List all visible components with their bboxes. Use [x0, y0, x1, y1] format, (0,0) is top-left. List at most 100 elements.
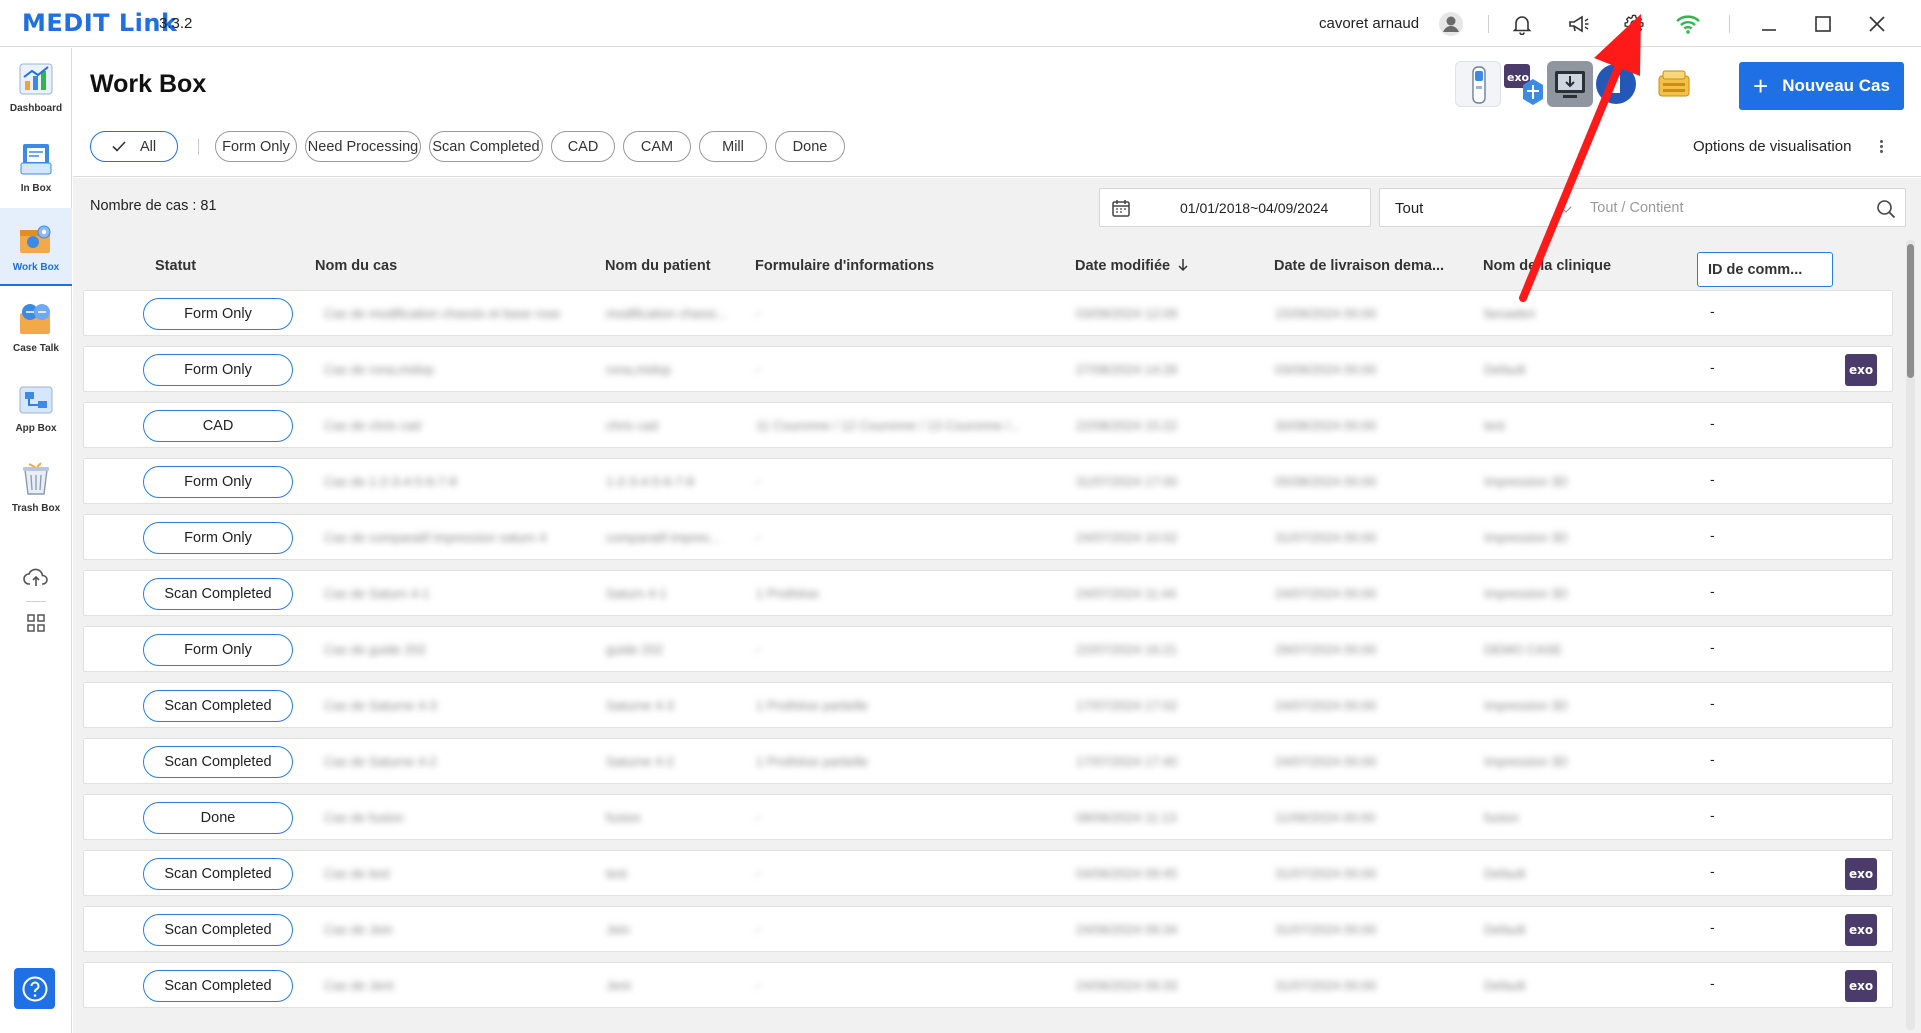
- grid-apps-icon[interactable]: [22, 609, 50, 637]
- status-badge[interactable]: Done: [143, 802, 293, 834]
- column-header-patient-name[interactable]: Nom du patient: [605, 258, 711, 274]
- sidebar-item-case-talk[interactable]: Case Talk: [0, 288, 72, 366]
- order-id-cell: -: [1710, 471, 1715, 487]
- column-header-case-name[interactable]: Nom du cas: [315, 258, 397, 274]
- user-name[interactable]: cavoret arnaud: [1319, 15, 1419, 32]
- status-badge[interactable]: Form Only: [143, 466, 293, 498]
- table-row[interactable]: Scan Completed Cas de Jent Jent - 24/06/…: [83, 962, 1893, 1008]
- clinic-name-cell: fusion: [1484, 810, 1519, 825]
- status-badge[interactable]: Scan Completed: [143, 746, 293, 778]
- form-info-cell: -: [756, 922, 761, 937]
- view-options-link[interactable]: Options de visualisation: [1693, 138, 1851, 155]
- user-avatar-icon[interactable]: [1436, 9, 1466, 39]
- bell-icon[interactable]: [1507, 9, 1537, 39]
- more-options-icon[interactable]: [1878, 138, 1884, 156]
- table-row[interactable]: Form Only Cas de guide 202 guide 202 - 2…: [83, 626, 1893, 672]
- column-header-delivery-date[interactable]: Date de livraison dema...: [1274, 258, 1444, 274]
- wifi-icon[interactable]: [1673, 9, 1703, 39]
- table-row[interactable]: Form Only Cas de comparatif impression s…: [83, 514, 1893, 560]
- column-header-status[interactable]: Statut: [155, 258, 196, 274]
- sidebar-item-workbox[interactable]: Work Box: [0, 208, 72, 286]
- clinic-name-cell: Default: [1484, 866, 1526, 881]
- modified-date-cell: 08/06/2024 11:13: [1076, 810, 1177, 825]
- column-header-form-info[interactable]: Formulaire d'informations: [755, 258, 934, 274]
- filter-chip-need-processing[interactable]: Need Processing: [305, 131, 421, 162]
- table-row[interactable]: Form Only Cas de rona,midop rona,midop -…: [83, 346, 1893, 392]
- case-name-cell: Cas de Saturne 4-3: [324, 698, 437, 713]
- clinic-name-cell: Default: [1484, 978, 1526, 993]
- table-row[interactable]: Done Cas de fusion fusion - 08/06/2024 1…: [83, 794, 1893, 840]
- clinic-name-cell: Impression 3D: [1484, 698, 1568, 713]
- delivery-date-cell: 15/09/2024 00:00: [1275, 306, 1377, 321]
- sidebar-item-inbox[interactable]: In Box: [0, 128, 72, 206]
- status-badge[interactable]: Form Only: [143, 298, 293, 330]
- exocad-badge-icon[interactable]: exo: [1845, 858, 1877, 890]
- case-name-cell: Cas de Jein: [324, 922, 393, 937]
- filter-chip-form-only[interactable]: Form Only: [215, 131, 297, 162]
- status-badge[interactable]: Scan Completed: [143, 970, 293, 1002]
- table-row[interactable]: CAD Cas de chris cad chris cad 11 Couron…: [83, 402, 1893, 448]
- table-row[interactable]: Scan Completed Cas de Saturne 4-2 Saturn…: [83, 738, 1893, 784]
- table-row[interactable]: Form Only Cas de 1-2-3-4-5-6-7-8 1-2-3-4…: [83, 458, 1893, 504]
- new-case-button[interactable]: + Nouveau Cas: [1739, 62, 1904, 110]
- new-case-label: Nouveau Cas: [1782, 76, 1890, 95]
- order-id-cell: -: [1710, 415, 1715, 431]
- filter-chip-scan-completed[interactable]: Scan Completed: [429, 131, 543, 162]
- sidebar: Dashboard In Box Work Box Case Talk App …: [0, 48, 72, 1033]
- filter-chip-mill[interactable]: Mill: [699, 131, 767, 162]
- clinic-name-cell: test: [1484, 418, 1505, 433]
- status-badge[interactable]: Scan Completed: [143, 578, 293, 610]
- date-range-picker[interactable]: 01/01/2018~04/09/2024: [1099, 188, 1371, 227]
- filter-chip-done[interactable]: Done: [775, 131, 845, 162]
- table-row[interactable]: Scan Completed Cas de Saturne 4-3 Saturn…: [83, 682, 1893, 728]
- status-badge[interactable]: Scan Completed: [143, 690, 293, 722]
- status-badge[interactable]: Form Only: [143, 522, 293, 554]
- delivery-date-cell: 05/08/2024 00:00: [1275, 474, 1377, 489]
- vertical-scrollbar[interactable]: [1906, 240, 1915, 1030]
- cloud-sync-icon[interactable]: [22, 563, 50, 591]
- sidebar-item-app-box[interactable]: App Box: [0, 368, 72, 446]
- minimize-icon[interactable]: [1754, 9, 1784, 39]
- close-icon[interactable]: [1862, 9, 1892, 39]
- column-header-clinic-name[interactable]: Nom de la clinique: [1483, 258, 1611, 274]
- search-scope-select[interactable]: Tout: [1395, 200, 1423, 217]
- search-icon[interactable]: [1875, 198, 1897, 220]
- link-app-icon[interactable]: [1593, 61, 1639, 107]
- status-badge[interactable]: Form Only: [143, 354, 293, 386]
- table-row[interactable]: Scan Completed Cas de Saturn 4-1 Saturn …: [83, 570, 1893, 616]
- table-row[interactable]: Scan Completed Cas de Jein Jein - 24/06/…: [83, 906, 1893, 952]
- download-app-icon[interactable]: [1547, 61, 1593, 107]
- filter-chip-cam[interactable]: CAM: [623, 131, 691, 162]
- maximize-icon[interactable]: [1808, 9, 1838, 39]
- table-header: Statut Nom du cas Nom du patient Formula…: [83, 246, 1901, 287]
- sidebar-item-trash-box[interactable]: Trash Box: [0, 448, 72, 526]
- exocad-badge-icon[interactable]: exo: [1845, 970, 1877, 1002]
- status-badge[interactable]: Form Only: [143, 634, 293, 666]
- case-name-cell: Cas de 1-2-3-4-5-6-7-8: [324, 474, 457, 489]
- sidebar-item-dashboard[interactable]: Dashboard: [0, 48, 72, 126]
- exocad-app-icon[interactable]: exo: [1501, 61, 1547, 107]
- column-header-modified-date[interactable]: Date modifiée: [1075, 258, 1189, 274]
- status-badge[interactable]: Scan Completed: [143, 914, 293, 946]
- exocad-badge-icon[interactable]: exo: [1845, 914, 1877, 946]
- chevron-down-icon[interactable]: [1560, 201, 1572, 213]
- exocad-badge-icon[interactable]: exo: [1845, 354, 1877, 386]
- case-name-cell: Cas de Saturn 4-1: [324, 586, 430, 601]
- status-badge[interactable]: Scan Completed: [143, 858, 293, 890]
- megaphone-icon[interactable]: [1564, 9, 1594, 39]
- partner-app-icon[interactable]: [1651, 61, 1697, 107]
- status-badge[interactable]: CAD: [143, 410, 293, 442]
- scrollbar-thumb[interactable]: [1907, 244, 1914, 378]
- filter-chip-all[interactable]: All: [90, 131, 178, 162]
- page-title: Work Box: [90, 70, 207, 98]
- scanner-app-icon[interactable]: [1455, 61, 1501, 107]
- patient-name-cell: comparatif impres...: [606, 530, 721, 545]
- filter-chip-cad[interactable]: CAD: [551, 131, 615, 162]
- modified-date-cell: 04/06/2024 09:45: [1076, 866, 1178, 881]
- help-button[interactable]: [14, 968, 55, 1009]
- gear-icon[interactable]: [1619, 9, 1649, 39]
- table-row[interactable]: Scan Completed Cas de test test - 04/06/…: [83, 850, 1893, 896]
- column-header-order-id[interactable]: ID de comm...: [1697, 252, 1833, 287]
- table-row[interactable]: Form Only Cas de modification chassis et…: [83, 290, 1893, 336]
- search-input[interactable]: [1590, 195, 1860, 221]
